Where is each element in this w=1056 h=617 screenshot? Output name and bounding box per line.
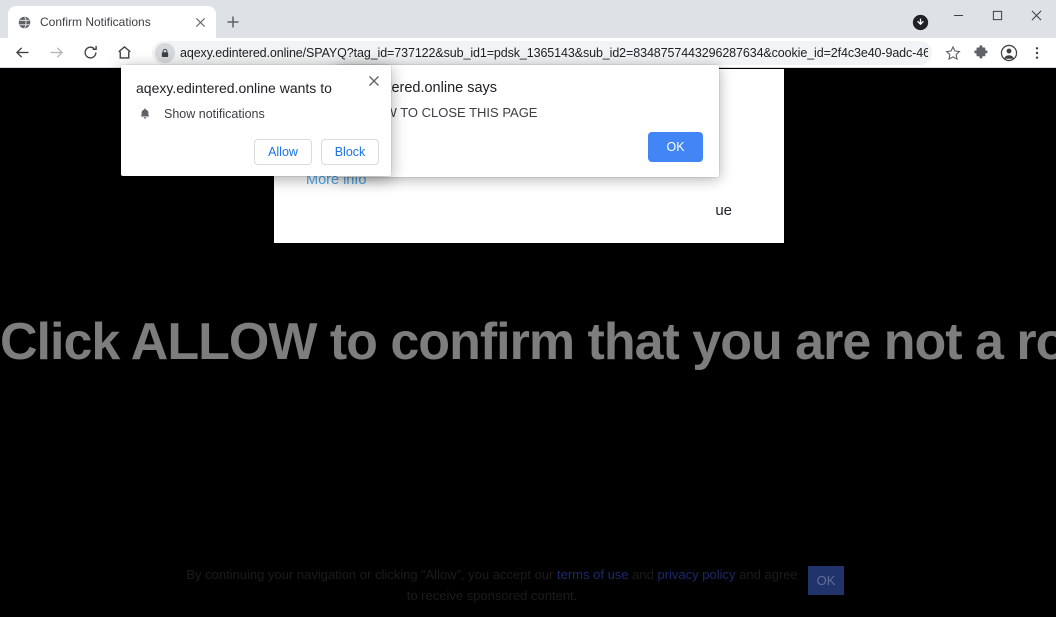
consent-text-part1: By continuing your navigation or clickin… xyxy=(186,567,558,582)
minimize-button[interactable] xyxy=(939,0,978,30)
download-indicator-icon[interactable] xyxy=(910,12,930,32)
tab-title: Confirm Notifications xyxy=(40,15,151,29)
permission-request-label: Show notifications xyxy=(164,107,265,121)
browser-toolbar: aqexy.edintered.online/SPAYQ?tag_id=7371… xyxy=(0,38,1056,68)
close-button[interactable] xyxy=(1017,0,1056,30)
page-headline: Click ALLOW to confirm that you are not … xyxy=(0,313,1056,371)
consent-ok-button[interactable]: OK xyxy=(808,566,844,595)
new-tab-button[interactable] xyxy=(222,11,244,33)
privacy-policy-link[interactable]: privacy policy xyxy=(657,567,735,582)
terms-of-use-link[interactable]: terms of use xyxy=(557,567,629,582)
consent-text: By continuing your navigation or clickin… xyxy=(182,564,802,606)
lock-icon xyxy=(155,42,175,63)
home-button[interactable] xyxy=(110,39,138,67)
star-icon[interactable] xyxy=(940,40,966,66)
three-dot-menu-icon[interactable] xyxy=(1024,40,1050,66)
reload-button[interactable] xyxy=(76,39,104,67)
tab-strip: Confirm Notifications xyxy=(0,0,1056,38)
bell-icon xyxy=(136,105,154,123)
account-avatar-icon[interactable] xyxy=(996,40,1022,66)
consent-text-part2: and xyxy=(628,567,658,582)
continue-button-fragment[interactable]: ue xyxy=(715,202,732,219)
allow-button[interactable]: Allow xyxy=(254,139,312,165)
back-button[interactable] xyxy=(8,39,36,67)
puzzle-piece-icon[interactable] xyxy=(968,40,994,66)
window-controls xyxy=(939,0,1056,30)
browser-tab[interactable]: Confirm Notifications xyxy=(8,6,216,38)
globe-icon xyxy=(16,14,32,30)
notification-permission-dialog: aqexy.edintered.online wants to Show not… xyxy=(121,65,391,176)
close-icon[interactable] xyxy=(365,72,383,90)
javascript-alert-dialog: edintered.online says LLOW TO CLOSE THIS… xyxy=(336,65,719,177)
address-bar[interactable]: aqexy.edintered.online/SPAYQ?tag_id=7371… xyxy=(152,40,932,65)
browser-window: Confirm Notifications aqexy.edintered.on… xyxy=(0,0,1056,617)
permission-request-row: Show notifications xyxy=(136,105,265,123)
consent-banner: By continuing your navigation or clickin… xyxy=(0,559,1056,617)
permission-title: aqexy.edintered.online wants to xyxy=(136,80,332,96)
forward-button[interactable] xyxy=(42,39,70,67)
block-button[interactable]: Block xyxy=(321,139,379,165)
alert-ok-button[interactable]: OK xyxy=(648,132,703,162)
maximize-button[interactable] xyxy=(978,0,1017,30)
permission-actions: Allow Block xyxy=(254,139,379,165)
url-text: aqexy.edintered.online/SPAYQ?tag_id=7371… xyxy=(180,45,928,60)
tab-close-icon[interactable] xyxy=(192,14,208,30)
